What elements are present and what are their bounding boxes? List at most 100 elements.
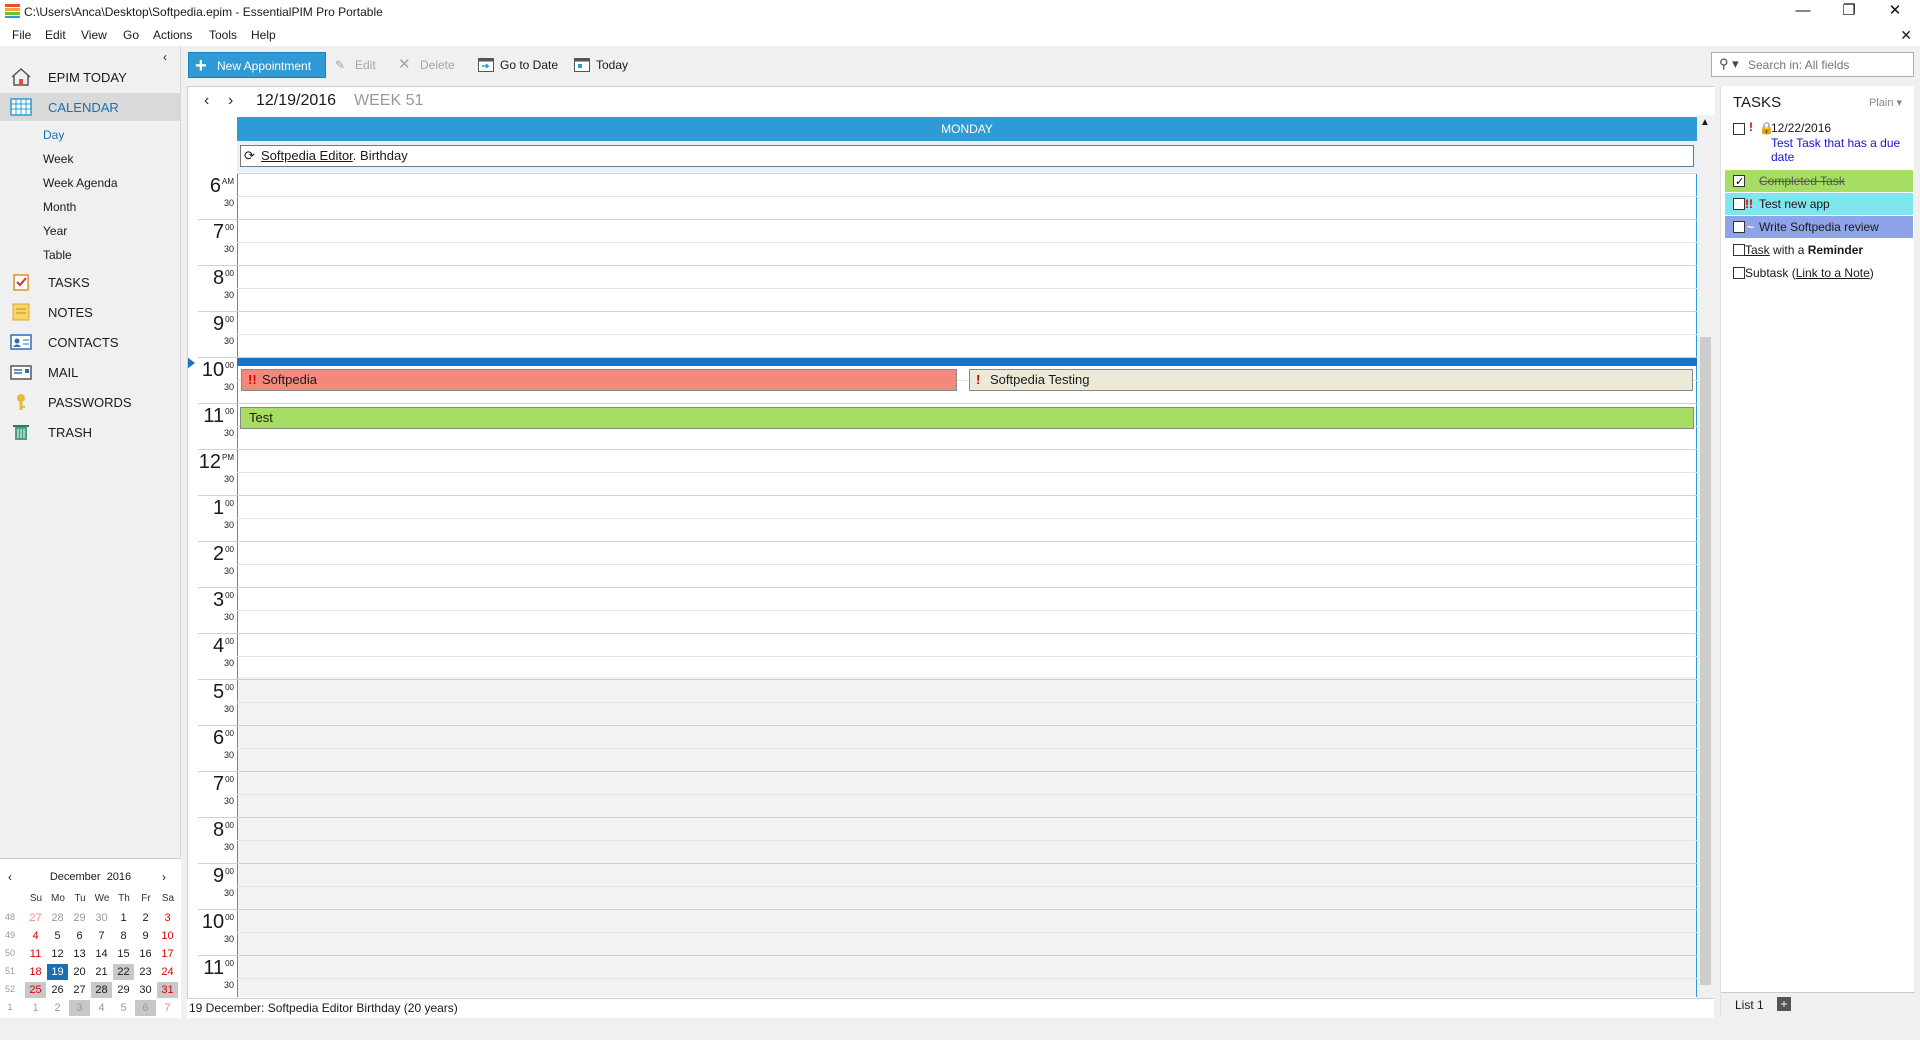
restore-icon[interactable]: ❐ (1826, 0, 1872, 22)
event-test[interactable]: Test (240, 407, 1694, 429)
mini-calendar-day[interactable]: 5 (113, 1000, 134, 1016)
task-item[interactable]: Task with a Reminder (1725, 239, 1913, 261)
time-grid[interactable]: 6AM 30 700 30 800 30 900 30 1000 30 1100 30 12PM 30 10… (188, 173, 1697, 997)
mini-calendar-day[interactable]: 21 (91, 964, 112, 980)
mini-calendar-day[interactable]: 29 (69, 910, 90, 926)
event-softpedia-testing[interactable]: ! Softpedia Testing (969, 369, 1693, 391)
view-month[interactable]: Month (43, 200, 76, 214)
task-item[interactable]: ! 🔒 12/22/2016 Test Task that has a due … (1725, 118, 1913, 166)
mini-calendar-day[interactable]: 5 (47, 928, 68, 944)
mini-calendar-day[interactable]: 8 (113, 928, 134, 944)
view-day[interactable]: Day (43, 128, 64, 142)
task-link[interactable]: Task (1745, 243, 1770, 257)
birthday-contact-link[interactable]: Softpedia Editor (261, 148, 353, 163)
search-input[interactable] (1748, 56, 1908, 73)
mini-calendar-day[interactable]: 27 (69, 982, 90, 998)
sidebar-item-passwords[interactable]: PASSWORDS (0, 388, 181, 416)
next-month-icon[interactable]: › (162, 870, 166, 884)
task-checkbox[interactable] (1733, 267, 1745, 279)
prev-day-icon[interactable]: ‹ (204, 92, 209, 110)
menu-actions[interactable]: Actions (153, 28, 192, 42)
mini-calendar-day[interactable]: 7 (157, 1000, 178, 1016)
task-item[interactable]: !! Test new app (1725, 193, 1913, 215)
menu-tools[interactable]: Tools (209, 28, 237, 42)
add-list-icon[interactable]: + (1777, 997, 1791, 1011)
menu-file[interactable]: File (12, 28, 31, 42)
sidebar-item-trash[interactable]: TRASH (0, 418, 181, 446)
task-checkbox[interactable] (1733, 198, 1745, 210)
mini-calendar-day[interactable]: 13 (69, 946, 90, 962)
mini-calendar-day[interactable]: 3 (69, 1000, 90, 1016)
sidebar-item-tasks[interactable]: TASKS (0, 268, 181, 296)
mini-calendar-day[interactable]: 28 (91, 982, 112, 998)
mini-calendar-day[interactable]: 14 (91, 946, 112, 962)
mini-calendar-day[interactable]: 10 (157, 928, 178, 944)
menu-edit[interactable]: Edit (45, 28, 66, 42)
view-week[interactable]: Week (43, 152, 73, 166)
today-button[interactable]: Today (572, 52, 636, 78)
mini-calendar-day[interactable]: 30 (135, 982, 156, 998)
mini-calendar-day[interactable]: 20 (69, 964, 90, 980)
menu-view[interactable]: View (81, 28, 107, 42)
tab-list-1[interactable]: List 1 (1735, 998, 1764, 1012)
mini-calendar-day[interactable]: 31 (157, 982, 178, 998)
close-icon[interactable]: ✕ (1872, 0, 1918, 22)
task-checkbox[interactable] (1733, 123, 1745, 135)
mini-calendar-day[interactable]: 4 (25, 928, 46, 944)
mini-calendar-day[interactable]: 1 (25, 1000, 46, 1016)
mini-calendar-day[interactable]: 11 (25, 946, 46, 962)
mini-calendar-day[interactable]: 16 (135, 946, 156, 962)
sidebar-item-notes[interactable]: NOTES (0, 298, 181, 326)
sidebar-item-mail[interactable]: MAIL (0, 358, 181, 386)
view-table[interactable]: Table (43, 248, 72, 262)
mini-calendar-day[interactable]: 1 (113, 910, 134, 926)
mini-calendar-day[interactable]: 17 (157, 946, 178, 962)
task-item[interactable]: Completed Task (1725, 170, 1913, 193)
go-to-date-button[interactable]: Go to Date (476, 52, 560, 78)
next-day-icon[interactable]: › (228, 92, 233, 110)
mini-calendar-day[interactable]: 6 (69, 928, 90, 944)
mini-calendar-day[interactable]: 6 (135, 1000, 156, 1016)
mini-calendar-day[interactable]: 25 (25, 982, 46, 998)
mini-calendar-day[interactable]: 19 (47, 964, 68, 980)
view-year[interactable]: Year (43, 224, 67, 238)
mini-calendar-day[interactable]: 29 (113, 982, 134, 998)
mini-calendar-day[interactable]: 22 (113, 964, 134, 980)
menu-go[interactable]: Go (123, 28, 139, 42)
mini-calendar-day[interactable]: 27 (25, 910, 46, 926)
sidebar-item-epim-today[interactable]: EPIM TODAY (0, 63, 181, 91)
mini-calendar-day[interactable]: 4 (91, 1000, 112, 1016)
mini-calendar-day[interactable]: 9 (135, 928, 156, 944)
note-link[interactable]: Link to a Note (1796, 266, 1870, 280)
menu-help[interactable]: Help (251, 28, 276, 42)
task-checkbox[interactable] (1733, 171, 1745, 193)
collapse-sidebar-icon[interactable]: ‹ (163, 50, 167, 64)
mini-calendar-day[interactable]: 30 (91, 910, 112, 926)
delete-button[interactable]: ✕ Delete (396, 52, 466, 78)
edit-button[interactable]: ✎ Edit (333, 52, 389, 78)
close-document-icon[interactable]: ✕ (1900, 27, 1912, 44)
mini-calendar-day[interactable]: 23 (135, 964, 156, 980)
mini-calendar-day[interactable]: 15 (113, 946, 134, 962)
task-item[interactable]: Subtask (Link to a Note) (1725, 262, 1913, 284)
day-header[interactable]: MONDAY (237, 117, 1697, 141)
mini-calendar-day[interactable]: 24 (157, 964, 178, 980)
minimize-icon[interactable]: — (1780, 0, 1826, 22)
vertical-scrollbar[interactable]: ▲ ▼ (1697, 115, 1714, 1015)
mini-calendar-day[interactable]: 3 (157, 910, 178, 926)
new-appointment-button[interactable]: + New Appointment (188, 52, 326, 78)
all-day-area[interactable]: ⟳ Softpedia Editor. Birthday (237, 141, 1697, 172)
mini-calendar-day[interactable]: 2 (135, 910, 156, 926)
task-checkbox[interactable] (1733, 221, 1745, 233)
search-icon[interactable]: ⚲ ▾ (1719, 56, 1739, 72)
mini-calendar-day[interactable]: 18 (25, 964, 46, 980)
task-item[interactable]: ~ Write Softpedia review (1725, 216, 1913, 238)
mini-calendar-day[interactable]: 2 (47, 1000, 68, 1016)
mini-calendar-day[interactable]: 7 (91, 928, 112, 944)
sidebar-item-calendar[interactable]: CALENDAR (0, 93, 181, 121)
scroll-thumb[interactable] (1700, 337, 1711, 985)
tasks-view-select[interactable]: Plain ▾ (1869, 96, 1902, 109)
search-box[interactable]: ⚲ ▾ (1711, 52, 1914, 77)
birthday-event[interactable]: ⟳ Softpedia Editor. Birthday (240, 145, 1694, 167)
mini-calendar-day[interactable]: 28 (47, 910, 68, 926)
